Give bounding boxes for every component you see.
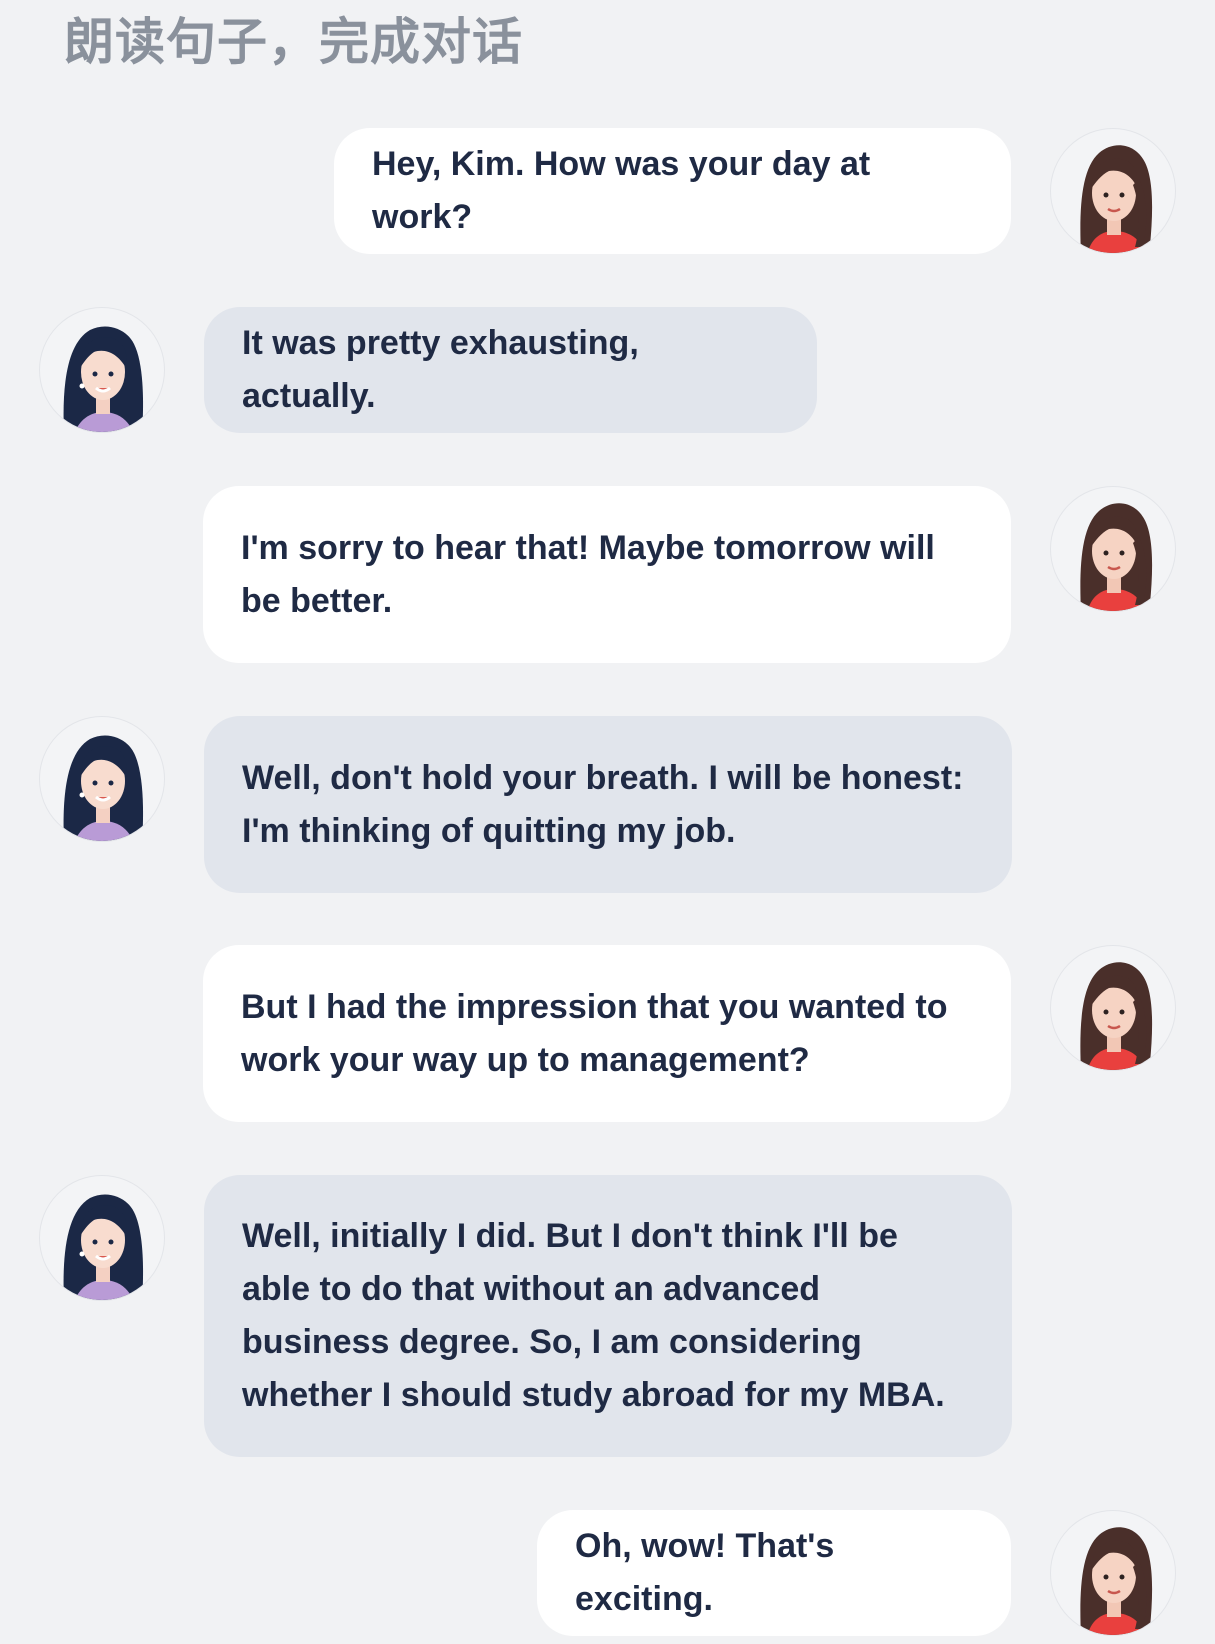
message-text: Well, initially I did. But I don't think… (242, 1217, 945, 1414)
message-bubble[interactable]: I'm sorry to hear that! Maybe tomorrow w… (203, 486, 1011, 663)
message-bubble[interactable]: Well, initially I did. But I don't think… (204, 1175, 1012, 1457)
message-bubble[interactable]: It was pretty exhausting, actually. (204, 307, 817, 433)
message-text: Oh, wow! That's exciting. (575, 1527, 835, 1618)
partner-avatar (39, 1175, 165, 1301)
message-text: I'm sorry to hear that! Maybe tomorrow w… (241, 528, 935, 620)
message-bubble[interactable]: Hey, Kim. How was your day at work? (334, 128, 1011, 254)
woman-dark-hair-avatar-icon (63, 326, 144, 432)
page-title: 朗读句子，完成对话 (64, 13, 523, 71)
woman-brown-hair-avatar-icon (1080, 503, 1153, 611)
user-avatar (1050, 945, 1176, 1071)
message-bubble[interactable]: Well, don't hold your breath. I will be … (204, 716, 1012, 893)
message-bubble[interactable]: But I had the impression that you wanted… (203, 945, 1011, 1122)
user-avatar (1050, 486, 1176, 612)
woman-dark-hair-avatar-icon (63, 735, 144, 841)
woman-dark-hair-avatar-icon (63, 1194, 144, 1300)
woman-brown-hair-avatar-icon (1080, 1527, 1153, 1635)
woman-brown-hair-avatar-icon (1080, 962, 1153, 1070)
message-bubble[interactable]: Oh, wow! That's exciting. (537, 1510, 1011, 1636)
message-text: Hey, Kim. How was your day at work? (372, 145, 871, 236)
partner-avatar (39, 307, 165, 433)
partner-avatar (39, 716, 165, 842)
user-avatar (1050, 1510, 1176, 1636)
message-text: It was pretty exhausting, actually. (242, 324, 639, 415)
user-avatar (1050, 128, 1176, 254)
message-text: Well, don't hold your breath. I will be … (242, 758, 964, 850)
message-text: But I had the impression that you wanted… (241, 987, 948, 1079)
woman-brown-hair-avatar-icon (1080, 145, 1153, 253)
